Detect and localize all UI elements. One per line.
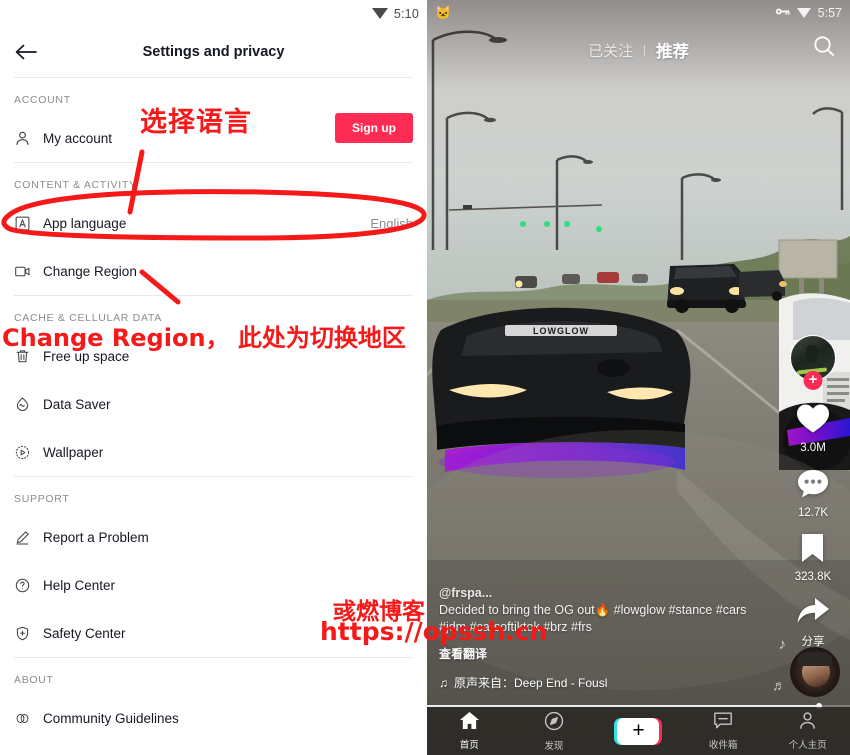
- nav-discover-label: 发现: [544, 740, 564, 752]
- status-clock: 5:10: [393, 6, 419, 21]
- wifi-icon: [796, 8, 811, 18]
- settings-row-report-problem[interactable]: Report a Problem: [0, 513, 427, 561]
- comment-icon: [797, 468, 829, 504]
- comment-count: 12.7K: [797, 507, 829, 519]
- bookmark-icon: [800, 533, 825, 568]
- settings-row-change-region[interactable]: Change Region: [0, 247, 427, 295]
- nav-inbox-label: 收件箱: [708, 740, 738, 751]
- music-note-icon: ♪: [778, 636, 787, 653]
- left-status-bar: 5:10: [0, 0, 427, 27]
- music-disc: [790, 647, 840, 697]
- music-note-icon-3: ♫: [439, 675, 448, 690]
- shield-icon: [14, 625, 43, 642]
- settings-row-label: Community Guidelines: [43, 710, 179, 726]
- page-title: Settings and privacy: [142, 44, 285, 60]
- settings-row-community-guidelines[interactable]: Community Guidelines: [0, 694, 427, 742]
- wallpaper-icon: [14, 444, 43, 461]
- annotation-change-region: Change Region， 此处为切换地区: [2, 324, 406, 352]
- nav-inbox[interactable]: 收件箱: [681, 711, 766, 751]
- settings-row-wallpaper[interactable]: Wallpaper: [0, 428, 427, 476]
- disc-cap: [798, 652, 832, 666]
- nav-profile-label: 个人主页: [788, 740, 827, 751]
- data-saver-icon: [14, 396, 43, 413]
- comment-button[interactable]: 12.7K: [797, 468, 829, 519]
- video-camera-icon: [14, 263, 43, 280]
- plus-icon: +: [632, 719, 645, 742]
- question-circle-icon: [14, 577, 43, 594]
- tab-for-you[interactable]: 推荐: [656, 38, 689, 62]
- nav-create-wrap: +: [596, 717, 681, 745]
- inbox-icon: [713, 711, 733, 735]
- section-header-account: ACCOUNT: [14, 94, 71, 106]
- settings-row-label: Report a Problem: [43, 529, 149, 545]
- music-row[interactable]: ♫ 原声来自：Deep End - Fousl: [439, 674, 769, 691]
- like-button[interactable]: 3.0M: [796, 403, 830, 454]
- share-button[interactable]: 分享: [796, 597, 830, 649]
- bookmark-button[interactable]: 323.8K: [795, 533, 831, 583]
- back-arrow-icon[interactable]: [0, 43, 52, 61]
- svg-text:LOWGLOW: LOWGLOW: [533, 326, 589, 336]
- share-arrow-icon: [796, 597, 830, 630]
- settings-row-label: Change Region: [43, 263, 137, 279]
- cat-icon: 🐱: [435, 5, 452, 20]
- music-disc-button[interactable]: [790, 647, 840, 697]
- video-action-rail: + 3.0M 12.7K 323.8K 分享: [782, 335, 844, 663]
- status-clock: 5:57: [817, 6, 842, 20]
- settings-row-label: Wallpaper: [43, 444, 104, 460]
- follow-plus-icon[interactable]: +: [803, 371, 823, 390]
- nav-profile[interactable]: 个人主页: [765, 711, 850, 751]
- settings-row-label: App language: [43, 215, 127, 231]
- tab-separator: |: [643, 44, 646, 56]
- suv: [667, 264, 746, 313]
- settings-row-app-language[interactable]: App language English: [0, 199, 427, 247]
- rings-icon: [14, 710, 43, 727]
- watermark-url: https://opssh.cn: [320, 617, 548, 646]
- settings-row-label: Data Saver: [43, 396, 111, 412]
- see-translation-link[interactable]: 查看翻译: [439, 645, 769, 662]
- screenshot-root: 5:10 Settings and privacy ACCOUNT My acc…: [0, 0, 850, 755]
- compass-icon: [544, 711, 564, 736]
- section-header-content-activity: CONTENT & ACTIVITY: [14, 179, 137, 191]
- section-header-support: SUPPORT: [14, 493, 70, 505]
- author-username[interactable]: @frspa...: [439, 586, 769, 600]
- bottom-nav-bar: 首页 发现 + 收件箱 个人主页: [427, 707, 850, 755]
- settings-row-label: Safety Center: [43, 625, 126, 641]
- nav-discover[interactable]: 发现: [512, 711, 597, 752]
- nav-home[interactable]: 首页: [427, 711, 512, 751]
- sign-up-button[interactable]: Sign up: [335, 113, 413, 143]
- wifi-icon: [371, 8, 388, 19]
- author-avatar[interactable]: +: [790, 335, 836, 390]
- settings-row-label: My account: [43, 130, 113, 146]
- feed-tab-bar: 已关注 | 推荐: [427, 28, 850, 72]
- settings-row-label: Help Center: [43, 577, 116, 593]
- app-language-value: English: [370, 215, 413, 231]
- bookmark-count: 323.8K: [794, 571, 832, 583]
- settings-row-data-saver[interactable]: Data Saver: [0, 380, 427, 428]
- vpn-key-icon: [775, 4, 790, 22]
- settings-app-bar: Settings and privacy: [0, 27, 427, 77]
- like-count: 3.0M: [800, 442, 826, 454]
- section-header-about: ABOUT: [14, 674, 54, 686]
- heart-icon: [796, 403, 830, 439]
- nav-home-label: 首页: [459, 740, 479, 751]
- search-icon[interactable]: [812, 34, 836, 63]
- right-status-bar: 🐱 5:57: [427, 0, 850, 26]
- home-icon: [459, 711, 480, 735]
- music-note-icon-2: ♬: [772, 677, 786, 693]
- letter-a-box-icon: [14, 215, 43, 232]
- profile-icon: [798, 711, 817, 735]
- person-icon: [14, 130, 43, 147]
- pencil-icon: [14, 529, 43, 546]
- music-title: 原声来自：Deep End - Fousl: [454, 676, 608, 690]
- nav-create-button[interactable]: +: [614, 717, 663, 745]
- tab-following[interactable]: 已关注: [588, 40, 633, 61]
